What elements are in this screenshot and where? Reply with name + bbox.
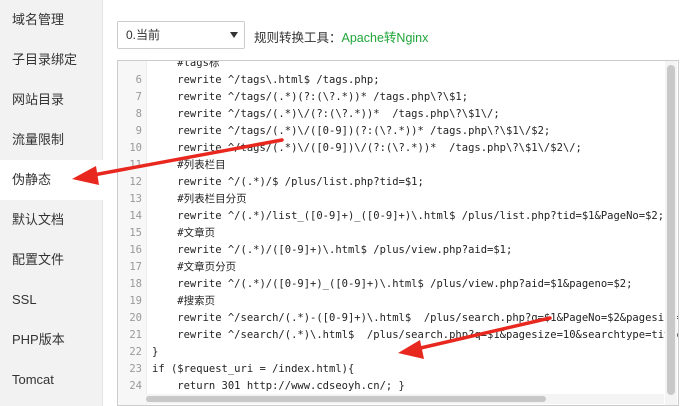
sidebar-item-label: 伪静态 (12, 172, 52, 187)
code-line: 21 rewrite ^/search/(.*)\.html$ /plus/se… (118, 327, 678, 344)
sidebar-item-traffic-limit[interactable]: 流量限制 (0, 120, 102, 160)
code-line: 19 #搜索页 (118, 293, 678, 310)
horizontal-scrollbar[interactable] (146, 394, 664, 404)
chevron-down-icon (230, 32, 238, 38)
code-line: 20 rewrite ^/search/(.*)-([0-9]+)\.html$… (118, 310, 678, 327)
code-text: rewrite ^/tags/(.*)\/([0-9])\/(?:(\?.*))… (152, 142, 582, 154)
sidebar-item-config-file[interactable]: 配置文件 (0, 240, 102, 280)
sidebar-item-label: 配置文件 (12, 252, 65, 267)
code-line: 16 rewrite ^/(.*)/([0-9]+)\.html$ /plus/… (118, 242, 678, 259)
sidebar-item-default-document[interactable]: 默认文档 (0, 200, 102, 240)
line-number: 12 (129, 176, 142, 188)
code-text: } (152, 346, 159, 358)
line-number: 8 (135, 108, 142, 120)
code-text: rewrite ^/search/(.*)-([0-9]+)\.html$ /p… (152, 312, 679, 324)
code-text: if ($request_uri = /index.html){ (152, 363, 355, 375)
line-number: 13 (129, 193, 142, 205)
code-line: 23 if ($request_uri = /index.html){ (118, 361, 678, 378)
code-text: rewrite ^/tags/(.*)(?:(\?.*))* /tags.php… (152, 91, 469, 103)
line-number: 23 (129, 363, 142, 375)
code-text: rewrite ^/(.*)/list_([0-9]+)_([0-9]+)\.h… (152, 210, 665, 222)
rewrite-rules-editor[interactable]: #tags标 6 rewrite ^/tags\.html$ /tags.php… (117, 60, 679, 406)
code-line: 15 #文章页 (118, 225, 678, 242)
code-line: #tags标 (118, 60, 678, 72)
code-text: return 301 http://www.cdseoyh.cn/; } (152, 380, 405, 392)
line-number: 22 (129, 346, 142, 358)
sidebar-item-label: 网站目录 (12, 92, 65, 107)
line-number: 7 (135, 91, 142, 103)
code-text: #tags标 (152, 60, 220, 69)
rule-converter: 规则转换工具：Apache转Nginx (254, 27, 428, 46)
sidebar-item-label: 域名管理 (12, 12, 65, 27)
sidebar-item-label: 默认文档 (12, 212, 65, 227)
code-text: rewrite ^/search/(.*)\.html$ /plus/searc… (152, 329, 679, 341)
sidebar-item-rewrite[interactable]: 伪静态 (0, 160, 103, 200)
sidebar-item-domain-management[interactable]: 域名管理 (0, 0, 102, 40)
code-line: 7 rewrite ^/tags/(.*)(?:(\?.*))* /tags.p… (118, 89, 678, 106)
code-line: 11 #列表栏目 (118, 157, 678, 174)
code-text: #列表栏目 (152, 159, 226, 171)
sidebar-item-label: 子目录绑定 (12, 52, 78, 67)
sidebar-item-subdirectory-binding[interactable]: 子目录绑定 (0, 40, 102, 80)
sidebar-item-label: 流量限制 (12, 132, 65, 147)
code-line: 13 #列表栏目分页 (118, 191, 678, 208)
code-line: 24 return 301 http://www.cdseoyh.cn/; } (118, 378, 678, 395)
code-text: rewrite ^/(.*)/([0-9]+)\.html$ /plus/vie… (152, 244, 513, 256)
code-line: 14 rewrite ^/(.*)/list_([0-9]+)_([0-9]+)… (118, 208, 678, 225)
sidebar-item-site-directory[interactable]: 网站目录 (0, 80, 102, 120)
code-text: #文章页 (152, 227, 216, 239)
line-number: 24 (129, 380, 142, 392)
code-text: #搜索页 (152, 295, 216, 307)
code-line: 12 rewrite ^/(.*)/$ /plus/list.php?tid=$… (118, 174, 678, 191)
apache-to-nginx-link[interactable]: Apache转Nginx (342, 31, 429, 45)
line-number: 14 (129, 210, 142, 222)
code-line: 18 rewrite ^/(.*)/([0-9]+)_([0-9]+)\.htm… (118, 276, 678, 293)
select-value: 0.当前 (126, 28, 161, 42)
code-text: rewrite ^/(.*)/$ /plus/list.php?tid=$1; (152, 176, 424, 188)
line-number: 21 (129, 329, 142, 341)
sidebar-item-ssl[interactable]: SSL (0, 280, 102, 320)
code-line: 8 rewrite ^/tags/(.*)\/(?:(\?.*))* /tags… (118, 106, 678, 123)
sidebar-item-label: PHP版本 (12, 332, 65, 347)
code-line: 22} (118, 344, 678, 361)
rule-converter-label: 规则转换工具： (254, 31, 342, 45)
code-line: 9 rewrite ^/tags/(.*)\/([0-9])(?:(\?.*))… (118, 123, 678, 140)
line-number: 19 (129, 295, 142, 307)
sidebar-item-label: SSL (12, 292, 37, 307)
line-number: 6 (135, 74, 142, 86)
line-number: 17 (129, 261, 142, 273)
line-number: 16 (129, 244, 142, 256)
code-text: #文章页分页 (152, 261, 237, 273)
line-number: 15 (129, 227, 142, 239)
code-text: #列表栏目分页 (152, 193, 247, 205)
sidebar-item-tomcat[interactable]: Tomcat (0, 360, 102, 400)
line-number: 9 (135, 125, 142, 137)
sidebar-item-label: Tomcat (12, 372, 54, 387)
rewrite-template-select[interactable]: 0.当前 (117, 21, 245, 49)
line-number: 18 (129, 278, 142, 290)
sidebar-item-php-version[interactable]: PHP版本 (0, 320, 102, 360)
code-text: rewrite ^/tags/(.*)\/([0-9])(?:(\?.*))* … (152, 125, 551, 137)
sidebar: 域名管理 子目录绑定 网站目录 流量限制 伪静态 默认文档 配置文件 SSL P… (0, 0, 103, 406)
vertical-scrollbar[interactable] (665, 61, 677, 405)
code-line: 6 rewrite ^/tags\.html$ /tags.php; (118, 72, 678, 89)
scrollbar-thumb[interactable] (667, 65, 675, 395)
code-text: rewrite ^/(.*)/([0-9]+)_([0-9]+)\.html$ … (152, 278, 633, 290)
line-number: 10 (129, 142, 142, 154)
code-line: 10 rewrite ^/tags/(.*)\/([0-9])\/(?:(\?.… (118, 140, 678, 157)
code-text: rewrite ^/tags/(.*)\/(?:(\?.*))* /tags.p… (152, 108, 500, 120)
code-line: 17 #文章页分页 (118, 259, 678, 276)
line-number: 11 (129, 159, 142, 171)
line-number: 20 (129, 312, 142, 324)
code-text: rewrite ^/tags\.html$ /tags.php; (152, 74, 380, 86)
scrollbar-thumb[interactable] (146, 396, 546, 402)
